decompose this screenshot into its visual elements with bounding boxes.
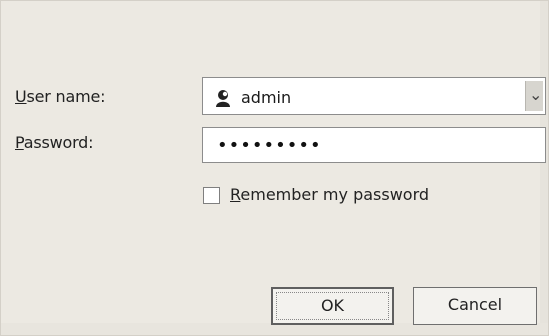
remember-password-label[interactable]: Remember my password [230, 185, 429, 204]
username-value[interactable]: admin [241, 88, 291, 107]
user-icon [216, 90, 230, 107]
username-label: User name: [15, 87, 106, 106]
dialog-right-edge [540, 1, 548, 335]
password-masked-value[interactable]: ••••••••• [217, 135, 322, 156]
cancel-button[interactable]: Cancel [413, 287, 537, 325]
password-label: Password: [15, 133, 94, 152]
remember-password-checkbox[interactable] [203, 187, 220, 204]
ok-button[interactable]: OK [271, 287, 394, 325]
chevron-down-icon: ⌄ [529, 85, 543, 104]
username-dropdown-button[interactable]: ⌄ [525, 81, 543, 111]
username-combobox[interactable]: admin ⌄ [202, 77, 546, 115]
login-dialog: User name: admin ⌄ Password: ••••••••• R… [0, 0, 549, 336]
password-field[interactable]: ••••••••• [202, 127, 546, 163]
